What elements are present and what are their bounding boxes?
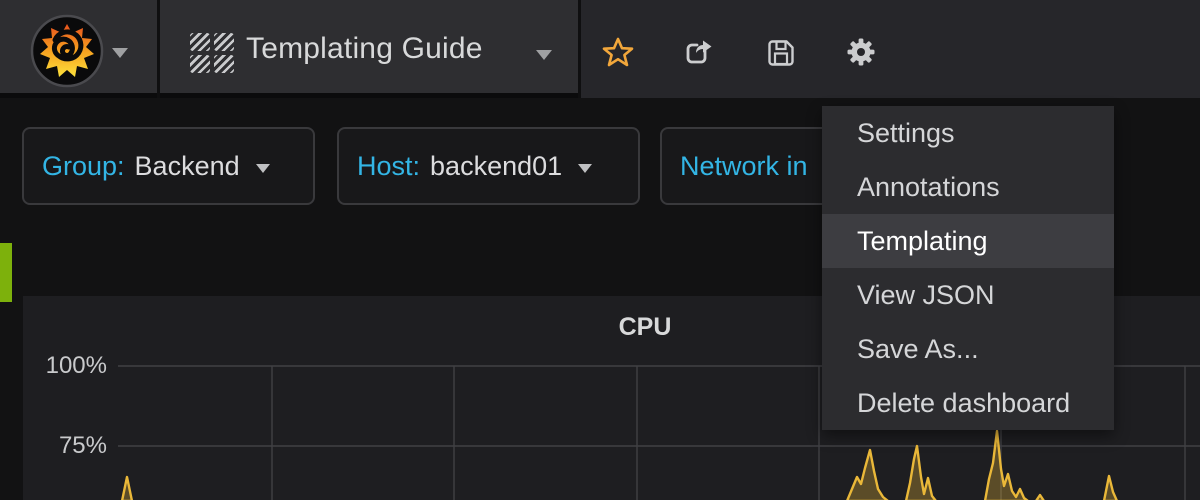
menu-item-save-as[interactable]: Save As... bbox=[822, 322, 1114, 376]
chevron-down-icon bbox=[578, 164, 592, 173]
menu-item-annotations[interactable]: Annotations bbox=[822, 160, 1114, 214]
gear-icon[interactable] bbox=[845, 36, 877, 68]
share-icon[interactable] bbox=[683, 36, 715, 68]
dashboard-grid-icon[interactable] bbox=[190, 33, 234, 75]
menu-item-templating[interactable]: Templating bbox=[822, 214, 1114, 268]
variable-label: Network in bbox=[680, 151, 808, 182]
menu-item-delete-dashboard[interactable]: Delete dashboard bbox=[822, 376, 1114, 430]
dashboard-title[interactable]: Templating Guide bbox=[246, 0, 483, 98]
variable-dropdown-group[interactable]: Group: Backend bbox=[22, 127, 315, 205]
chevron-down-icon bbox=[256, 164, 270, 173]
menu-item-view-json[interactable]: View JSON bbox=[822, 268, 1114, 322]
variable-label: Host: bbox=[357, 151, 420, 182]
dashboard-picker-caret-icon[interactable] bbox=[536, 50, 552, 60]
grafana-logo[interactable] bbox=[30, 14, 104, 88]
variable-value: Backend bbox=[135, 151, 240, 182]
org-switcher-caret-icon[interactable] bbox=[112, 48, 128, 58]
grafana-dashboard: Templating Guide bbox=[0, 0, 1200, 500]
navbar-icons-zone bbox=[581, 0, 1200, 98]
star-icon[interactable] bbox=[602, 36, 634, 68]
variable-label: Group: bbox=[42, 151, 125, 182]
navbar-separator bbox=[157, 0, 160, 98]
dashboard-settings-menu: Settings Annotations Templating View JSO… bbox=[822, 106, 1114, 430]
menu-item-settings[interactable]: Settings bbox=[822, 106, 1114, 160]
variable-dropdown-host[interactable]: Host: backend01 bbox=[337, 127, 640, 205]
top-navbar: Templating Guide bbox=[0, 0, 1200, 98]
variable-value: backend01 bbox=[430, 151, 562, 182]
save-icon[interactable] bbox=[766, 38, 798, 70]
navbar-separator bbox=[578, 0, 581, 98]
